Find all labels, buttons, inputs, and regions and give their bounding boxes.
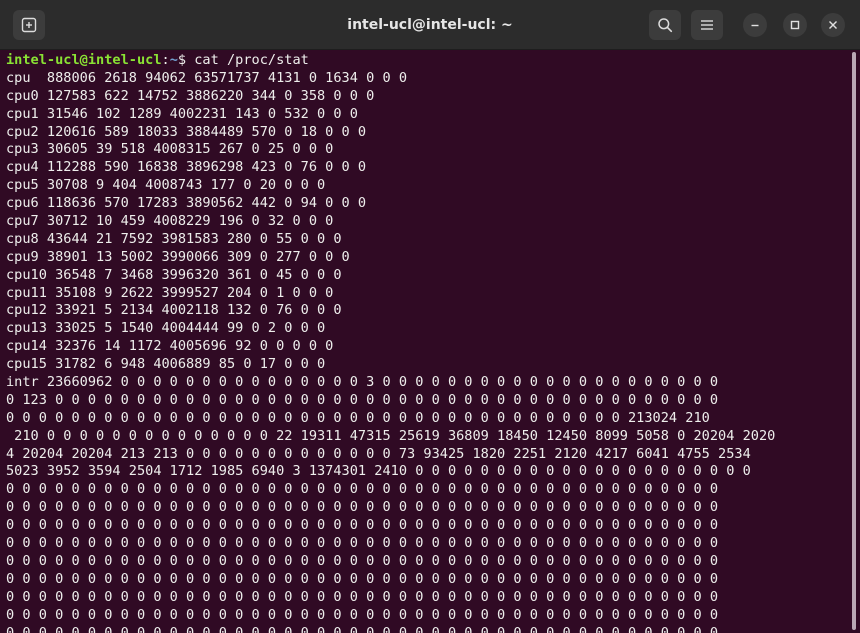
output-line: cpu1 31546 102 1289 4002231 143 0 532 0 … bbox=[6, 105, 358, 122]
output-line: 0 0 0 0 0 0 0 0 0 0 0 0 0 0 0 0 0 0 0 0 … bbox=[6, 588, 719, 605]
output-line: cpu11 35108 9 2622 3999527 204 0 1 0 0 0 bbox=[6, 284, 334, 301]
prompt-line: intel-ucl@intel-ucl:~$ cat /proc/stat bbox=[6, 52, 848, 70]
window-title: intel-ucl@intel-ucl: ~ bbox=[347, 17, 513, 33]
output-line: cpu0 127583 622 14752 3886220 344 0 358 … bbox=[6, 87, 375, 104]
terminal-scrollbar[interactable] bbox=[848, 50, 860, 633]
new-tab-button[interactable] bbox=[13, 10, 45, 40]
output-line: 210 0 0 0 0 0 0 0 0 0 0 0 0 0 0 22 19311… bbox=[6, 427, 776, 444]
prompt-symbol: $ bbox=[177, 52, 195, 68]
menu-button[interactable] bbox=[691, 10, 723, 40]
output-line: 0 0 0 0 0 0 0 0 0 0 0 0 0 0 0 0 0 0 0 0 … bbox=[6, 570, 719, 587]
output-line: cpu12 33921 5 2134 4002118 132 0 76 0 0 … bbox=[6, 302, 342, 319]
output-line: cpu3 30605 39 518 4008315 267 0 25 0 0 0 bbox=[6, 141, 334, 158]
output-line: cpu5 30708 9 404 4008743 177 0 20 0 0 0 bbox=[6, 177, 326, 194]
hamburger-menu-icon bbox=[701, 20, 713, 30]
output-line: cpu4 112288 590 16838 3896298 423 0 76 0… bbox=[6, 159, 367, 176]
output-line: 0 0 0 0 0 0 0 0 0 0 0 0 0 0 0 0 0 0 0 0 … bbox=[6, 606, 719, 623]
minimize-icon bbox=[751, 24, 759, 27]
maximize-icon bbox=[790, 20, 800, 30]
close-button[interactable] bbox=[821, 13, 845, 37]
output-line: cpu2 120616 589 18033 3884489 570 0 18 0… bbox=[6, 123, 367, 140]
maximize-button[interactable] bbox=[783, 13, 807, 37]
output-line: cpu7 30712 10 459 4008229 196 0 32 0 0 0 bbox=[6, 213, 334, 230]
output-line: 0 0 0 0 0 0 0 0 0 0 0 0 0 0 0 0 0 0 0 0 … bbox=[6, 624, 719, 633]
output-line: cpu8 43644 21 7592 3981583 280 0 55 0 0 … bbox=[6, 230, 342, 247]
close-icon bbox=[829, 21, 837, 29]
output-line: cpu6 118636 570 17283 3890562 442 0 94 0… bbox=[6, 195, 367, 212]
output-line: 0 0 0 0 0 0 0 0 0 0 0 0 0 0 0 0 0 0 0 0 … bbox=[6, 517, 719, 534]
prompt-separator: : bbox=[161, 52, 170, 68]
prompt-command: cat /proc/stat bbox=[194, 52, 309, 68]
search-button[interactable] bbox=[649, 10, 681, 40]
scrollbar-thumb[interactable] bbox=[852, 52, 856, 630]
prompt-user-host: intel-ucl@intel-ucl bbox=[6, 52, 162, 68]
output-line: cpu 888006 2618 94062 63571737 4131 0 16… bbox=[6, 69, 408, 86]
search-icon bbox=[658, 18, 673, 33]
new-tab-icon bbox=[21, 17, 37, 33]
output-line: 0 0 0 0 0 0 0 0 0 0 0 0 0 0 0 0 0 0 0 0 … bbox=[6, 552, 719, 569]
prompt-path: ~ bbox=[169, 52, 178, 68]
title-bar[interactable]: intel-ucl@intel-ucl: ~ bbox=[0, 0, 860, 50]
output-line: cpu9 38901 13 5002 3990066 309 0 277 0 0… bbox=[6, 248, 350, 265]
terminal-window: intel-ucl@intel-ucl: ~ intel-ucl@intel-u… bbox=[0, 0, 860, 633]
output-line: cpu13 33025 5 1540 4004444 99 0 2 0 0 0 bbox=[6, 320, 326, 337]
output-line: cpu10 36548 7 3468 3996320 361 0 45 0 0 … bbox=[6, 266, 342, 283]
output-line: intr 23660962 0 0 0 0 0 0 0 0 0 0 0 0 0 … bbox=[6, 374, 719, 391]
command-output: cpu 888006 2618 94062 63571737 4131 0 16… bbox=[6, 70, 848, 633]
output-line: 0 0 0 0 0 0 0 0 0 0 0 0 0 0 0 0 0 0 0 0 … bbox=[6, 481, 719, 498]
output-line: 0 0 0 0 0 0 0 0 0 0 0 0 0 0 0 0 0 0 0 0 … bbox=[6, 499, 719, 516]
terminal-output[interactable]: intel-ucl@intel-ucl:~$ cat /proc/stat cp… bbox=[0, 50, 848, 633]
output-line: 0 0 0 0 0 0 0 0 0 0 0 0 0 0 0 0 0 0 0 0 … bbox=[6, 535, 719, 552]
output-line: 5023 3952 3594 2504 1712 1985 6940 3 137… bbox=[6, 463, 751, 480]
output-line: cpu14 32376 14 1172 4005696 92 0 0 0 0 0 bbox=[6, 338, 334, 355]
minimize-button[interactable] bbox=[743, 13, 767, 37]
output-line: 0 0 0 0 0 0 0 0 0 0 0 0 0 0 0 0 0 0 0 0 … bbox=[6, 409, 710, 426]
output-line: 4 20204 20204 213 213 0 0 0 0 0 0 0 0 0 … bbox=[6, 445, 751, 462]
output-line: 0 123 0 0 0 0 0 0 0 0 0 0 0 0 0 0 0 0 0 … bbox=[6, 391, 719, 408]
output-line: cpu15 31782 6 948 4006889 85 0 17 0 0 0 bbox=[6, 356, 326, 373]
